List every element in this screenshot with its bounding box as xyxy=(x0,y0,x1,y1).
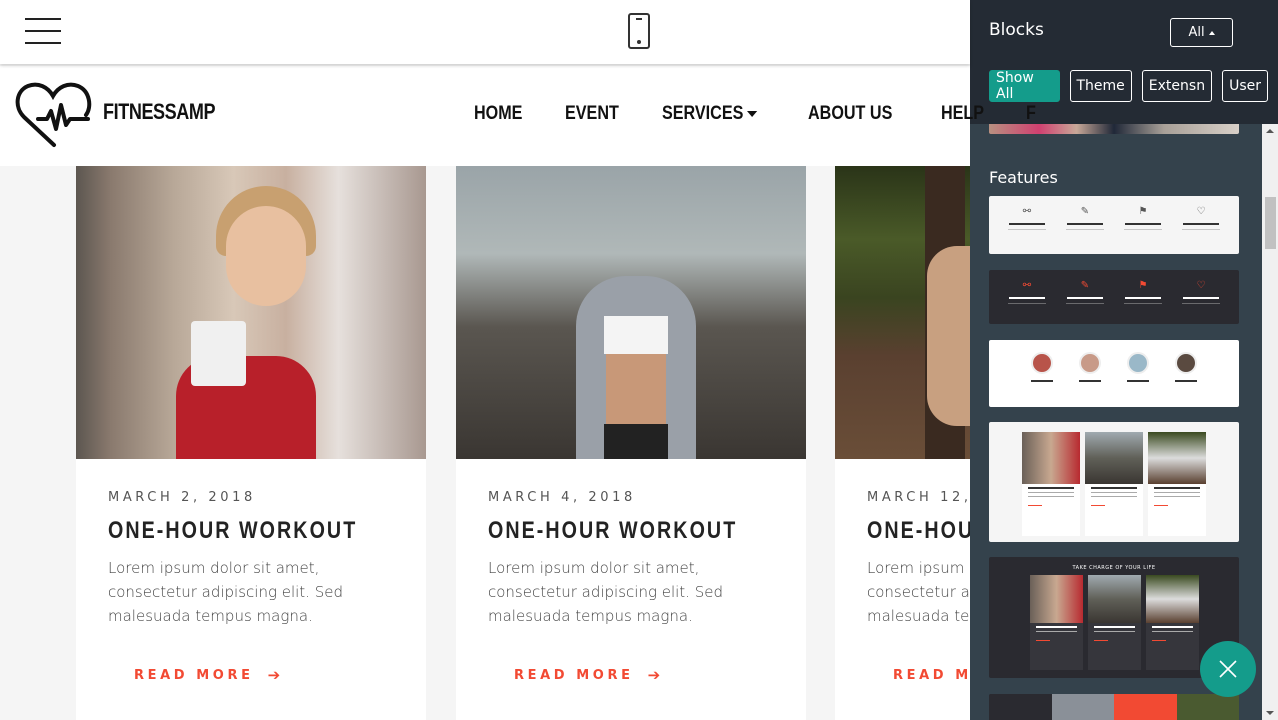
card-text: Lorem ipsum dolor sit amet, consectetur … xyxy=(867,559,970,625)
block-thumbnail-steps[interactable] xyxy=(989,340,1239,407)
read-more-label: READ MORE xyxy=(514,667,634,683)
card-text: Lorem ipsum dolor sit amet, consectetur … xyxy=(108,559,343,625)
blog-card: MARCH 2, 2018 ONE-HOUR WORKOUT Lorem ips… xyxy=(76,166,426,720)
nav-home[interactable]: HOME xyxy=(474,103,522,125)
card-text: Lorem ipsum dolor sit amet, consectetur … xyxy=(488,559,723,625)
read-more-label: READ MORE xyxy=(893,667,970,683)
blocks-list: Features ⚯ ✎ ⚑ ♡ ⚯ ✎ ⚑ ♡ TAKE CHARGE OF … xyxy=(970,114,1262,720)
close-icon xyxy=(1219,660,1237,678)
site-navbar: FITNESSAMP HOME EVENT SERVICES ABOUT US … xyxy=(0,66,1036,166)
block-thumbnail-split[interactable] xyxy=(989,694,1239,720)
arrow-right-icon: ➔ xyxy=(647,666,661,684)
filter-buttons: Show All Theme Extensn User xyxy=(989,70,1278,102)
nav-services[interactable]: SERVICES xyxy=(662,103,758,125)
close-panel-button[interactable] xyxy=(1200,641,1256,697)
block-thumbnail-cards-light[interactable] xyxy=(989,422,1239,542)
card-date: MARCH 12, 2018 xyxy=(867,490,970,505)
main-menu: HOME EVENT SERVICES ABOUT US HELP F xyxy=(474,103,1072,125)
mobile-phone-icon[interactable] xyxy=(628,13,650,49)
nav-label: ABOUT US xyxy=(808,103,893,124)
panel-scrollbar[interactable] xyxy=(1262,124,1278,720)
nav-label: F xyxy=(1026,103,1036,124)
nav-label: HOME xyxy=(474,103,523,124)
nav-label: SERVICES xyxy=(662,103,744,124)
scroll-down-arrow-icon[interactable] xyxy=(1266,711,1274,715)
filter-show-all[interactable]: Show All xyxy=(989,70,1060,102)
section-label-features: Features xyxy=(989,168,1058,187)
scrollbar-thumb[interactable] xyxy=(1265,197,1276,249)
nav-about-us[interactable]: ABOUT US xyxy=(808,103,892,125)
card-image xyxy=(456,166,806,459)
caret-up-icon xyxy=(1208,30,1215,35)
panel-title: Blocks xyxy=(989,20,1044,40)
category-dropdown[interactable]: All xyxy=(1170,18,1233,47)
nav-label: HELP xyxy=(941,103,985,124)
filter-user[interactable]: User xyxy=(1222,70,1268,102)
arrow-right-icon: ➔ xyxy=(267,666,281,684)
builder-topbar xyxy=(0,0,970,64)
block-thumbnail-features-light[interactable]: ⚯ ✎ ⚑ ♡ xyxy=(989,196,1239,254)
scroll-up-arrow-icon[interactable] xyxy=(1266,129,1274,133)
card-title: ONE-HOUR WORKOUT xyxy=(488,517,738,544)
card-date: MARCH 2, 2018 xyxy=(108,490,256,505)
dropdown-label: All xyxy=(1188,25,1205,40)
nav-label: EVENT xyxy=(565,103,619,124)
card-title: ONE-HOUR WORKOUT xyxy=(108,517,358,544)
read-more-label: READ MORE xyxy=(134,667,254,683)
thumbnail-title: TAKE CHARGE OF YOUR LIFE xyxy=(1072,565,1156,571)
read-more-link[interactable]: READ MORE ➔ xyxy=(134,666,280,684)
card-date: MARCH 4, 2018 xyxy=(488,490,636,505)
blog-cards: MARCH 2, 2018 ONE-HOUR WORKOUT Lorem ips… xyxy=(0,166,970,720)
card-title: ONE-HOUR WORKOUT xyxy=(867,517,970,544)
block-thumbnail-features-dark[interactable]: ⚯ ✎ ⚑ ♡ xyxy=(989,270,1239,324)
hamburger-menu-icon[interactable] xyxy=(25,18,61,44)
filter-extension[interactable]: Extensn xyxy=(1141,70,1213,102)
read-more-link[interactable]: READ MORE➔ xyxy=(893,666,970,684)
nav-event[interactable]: EVENT xyxy=(565,103,619,125)
read-more-link[interactable]: READ MORE ➔ xyxy=(514,666,660,684)
blog-card: MARCH 12, 2018 ONE-HOUR WORKOUT Lorem ip… xyxy=(835,166,970,720)
filter-theme[interactable]: Theme xyxy=(1069,70,1132,102)
brand-name[interactable]: FITNESSAMP xyxy=(103,99,216,125)
card-image xyxy=(835,166,970,459)
heart-pulse-icon[interactable] xyxy=(14,81,92,149)
card-image xyxy=(76,166,426,459)
nav-help[interactable]: HELP xyxy=(941,103,984,125)
blog-card: MARCH 4, 2018 ONE-HOUR WORKOUT Lorem ips… xyxy=(456,166,806,720)
nav-truncated[interactable]: F xyxy=(1026,103,1036,125)
caret-down-icon xyxy=(747,111,758,117)
